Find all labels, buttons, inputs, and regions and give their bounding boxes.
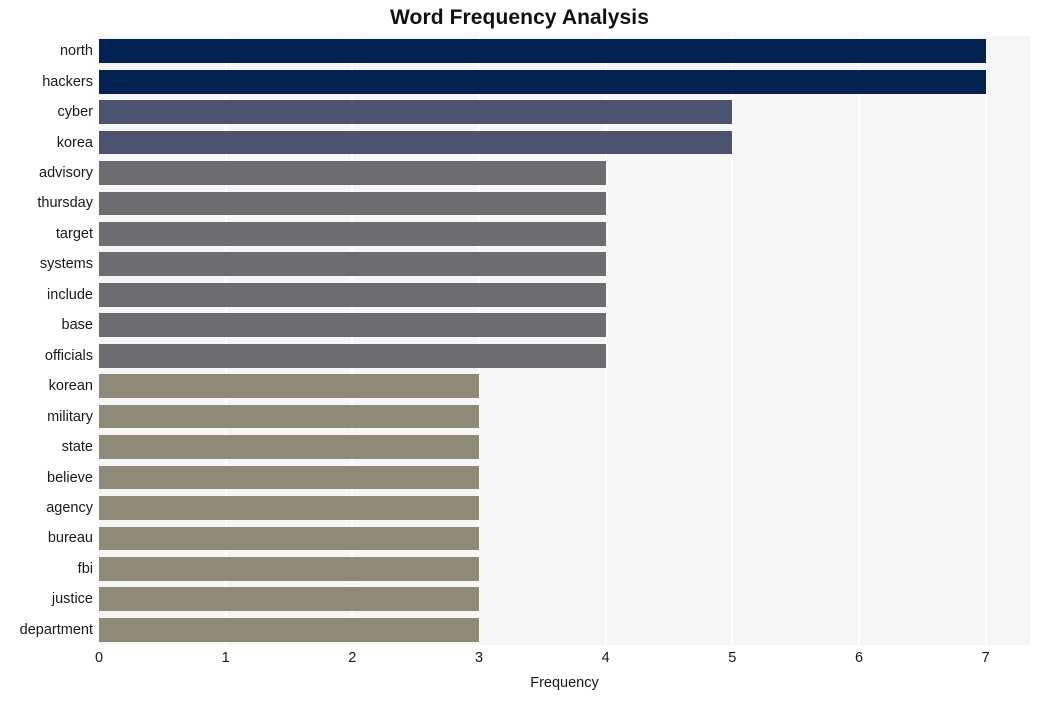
- x-tick-label-6: 6: [854, 650, 864, 666]
- bar-row[interactable]: [99, 100, 1030, 124]
- y-tick-label-believe: believe: [47, 469, 93, 486]
- y-tick-label-hackers: hackers: [42, 73, 93, 90]
- bar-row[interactable]: [99, 496, 1030, 520]
- bar-fbi[interactable]: [99, 556, 479, 581]
- bar-base[interactable]: [99, 313, 606, 338]
- bar-target[interactable]: [99, 222, 606, 246]
- y-tick-label-agency: agency: [46, 499, 93, 516]
- x-axis-title: Frequency: [530, 675, 599, 691]
- bar-include[interactable]: [99, 282, 606, 307]
- y-tick-label-state: state: [61, 439, 93, 456]
- plot-area: [99, 36, 1030, 645]
- bar-row[interactable]: [99, 191, 1030, 216]
- word-frequency-bar-chart: Word Frequency Analysis north hackers cybe…: [0, 0, 1039, 701]
- bar-row[interactable]: [99, 282, 1030, 307]
- y-tick-label-target: target: [55, 225, 93, 242]
- x-tick-label-0: 0: [94, 650, 104, 666]
- x-axis-tick-labels: 0 1 2 3 4 5 6 7: [0, 651, 1039, 675]
- bar-advisory[interactable]: [99, 161, 606, 185]
- x-tick-label-3: 3: [474, 650, 484, 666]
- bars-container: [99, 36, 1030, 645]
- y-tick-label-thursday: thursday: [37, 195, 93, 212]
- y-tick-label-military: military: [47, 408, 93, 425]
- y-tick-label-advisory: advisory: [39, 165, 93, 182]
- bar-justice[interactable]: [99, 587, 479, 612]
- x-tick-label-7: 7: [981, 650, 990, 666]
- y-tick-label-bureau: bureau: [47, 530, 93, 547]
- bar-row[interactable]: [99, 69, 1030, 94]
- bar-believe[interactable]: [99, 465, 479, 490]
- bar-row[interactable]: [99, 222, 1030, 246]
- bar-systems[interactable]: [99, 252, 606, 277]
- bar-thursday[interactable]: [99, 191, 606, 216]
- chart-title: Word Frequency Analysis: [389, 6, 650, 29]
- bar-korea[interactable]: [99, 130, 733, 155]
- bar-north[interactable]: [99, 39, 986, 64]
- y-tick-label-korea: korea: [56, 134, 93, 151]
- y-axis-tick-labels: north hackers cyber korea advisory thursday ta…: [0, 36, 93, 645]
- y-tick-label-cyber: cyber: [57, 104, 93, 121]
- y-tick-label-officials: officials: [44, 347, 93, 364]
- bar-state[interactable]: [99, 435, 479, 459]
- bar-row[interactable]: [99, 252, 1030, 277]
- bar-row[interactable]: [99, 435, 1030, 459]
- bar-row[interactable]: [99, 343, 1030, 368]
- x-tick-label-1: 1: [221, 650, 230, 666]
- y-tick-label-systems: systems: [39, 256, 93, 273]
- bar-row[interactable]: [99, 526, 1030, 551]
- x-tick-label-4: 4: [601, 650, 610, 666]
- bar-row[interactable]: [99, 374, 1030, 399]
- bar-korean[interactable]: [99, 374, 479, 399]
- bar-row[interactable]: [99, 161, 1030, 185]
- y-tick-label-base: base: [61, 317, 93, 334]
- y-tick-label-korean: korean: [48, 378, 93, 395]
- y-tick-label-north: north: [59, 43, 93, 60]
- bar-hackers[interactable]: [99, 69, 986, 94]
- y-tick-label-include: include: [47, 286, 93, 303]
- bar-row[interactable]: [99, 39, 1030, 64]
- bar-department[interactable]: [99, 617, 479, 642]
- bar-cyber[interactable]: [99, 100, 733, 124]
- bar-row[interactable]: [99, 587, 1030, 612]
- bar-row[interactable]: [99, 556, 1030, 581]
- bar-bureau[interactable]: [99, 526, 479, 551]
- bar-row[interactable]: [99, 404, 1030, 429]
- y-tick-label-fbi: fbi: [77, 560, 93, 577]
- y-tick-label-department: department: [19, 621, 93, 638]
- bar-row[interactable]: [99, 130, 1030, 155]
- bar-row[interactable]: [99, 465, 1030, 490]
- bar-officials[interactable]: [99, 343, 606, 368]
- y-tick-label-justice: justice: [51, 591, 93, 608]
- x-tick-label-5: 5: [728, 650, 737, 666]
- x-tick-label-2: 2: [348, 650, 357, 666]
- bar-military[interactable]: [99, 404, 479, 429]
- bar-row[interactable]: [99, 313, 1030, 338]
- bar-row[interactable]: [99, 617, 1030, 642]
- bar-agency[interactable]: [99, 496, 479, 520]
